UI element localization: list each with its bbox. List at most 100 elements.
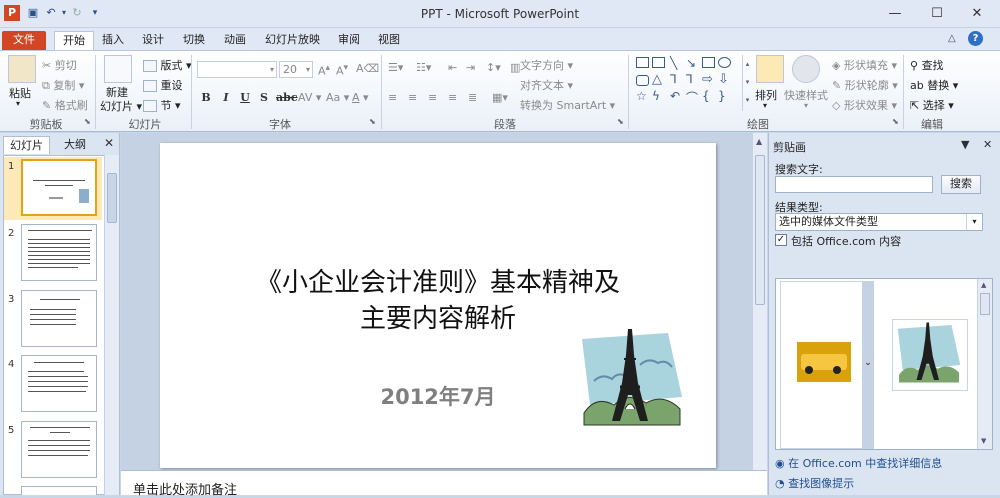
scrollbar-thumb[interactable] <box>755 155 765 305</box>
shapes-gallery[interactable]: ╲ ↘ △ ⅂ ⅂ ⇨ ⇩ ☆ ϟ ↶ ⌒ { } <box>634 55 748 111</box>
find-tips-link[interactable]: ◔ 查找图像提示 <box>775 475 854 491</box>
tab-view[interactable]: 视图 <box>370 31 408 50</box>
tab-file[interactable]: 文件 <box>2 31 46 50</box>
new-slide-icon[interactable] <box>104 55 132 83</box>
strikethrough-button[interactable]: abc <box>276 91 298 104</box>
close-button[interactable]: ✕ <box>962 4 992 24</box>
char-spacing-button[interactable]: AV ▾ <box>298 91 321 104</box>
line-shape-icon[interactable]: ╲ <box>670 56 677 70</box>
numbering-button[interactable]: ☷▾ <box>416 61 431 74</box>
textbox-v-shape-icon[interactable] <box>652 57 665 68</box>
shapes-scroll-icon[interactable]: ▴ ▾ ▾ <box>742 55 752 111</box>
tab-insert[interactable]: 插入 <box>94 31 132 50</box>
quick-styles-icon[interactable] <box>792 55 820 83</box>
replace-button[interactable]: ab 替换 ▾ <box>910 77 958 93</box>
bullets-button[interactable]: ☰▾ <box>388 61 403 74</box>
columns2-button[interactable]: ▦▾ <box>492 91 508 104</box>
scrollbar-thumb[interactable] <box>980 293 990 315</box>
font-name-combo[interactable]: ▾ <box>197 61 277 78</box>
tab-transitions[interactable]: 切换 <box>175 31 213 50</box>
rectangle-shape-icon[interactable] <box>702 57 715 68</box>
elbow2-shape-icon[interactable]: ⅂ <box>686 72 693 86</box>
results-scrollbar[interactable]: ▲ ▼ <box>977 279 992 449</box>
tab-slideshow[interactable]: 幻灯片放映 <box>257 31 328 50</box>
distribute-button[interactable]: ≣ <box>468 91 477 104</box>
brace-right-shape-icon[interactable]: } <box>718 89 726 103</box>
shape-outline-button[interactable]: ✎ 形状轮廓 ▾ <box>832 77 898 93</box>
close-pane-icon[interactable]: ✕ <box>983 138 992 151</box>
slide-thumbnail-1[interactable] <box>21 159 97 216</box>
underline-button[interactable]: U <box>238 91 252 104</box>
star-shape-icon[interactable]: ☆ <box>636 89 647 103</box>
scrollbar-thumb[interactable] <box>107 173 117 223</box>
tab-review[interactable]: 审阅 <box>330 31 368 50</box>
minimize-ribbon-icon[interactable]: △ <box>948 33 956 44</box>
cut-button[interactable]: ✂ 剪切 <box>42 57 77 73</box>
tab-outline-pane[interactable]: 大纲 <box>58 136 92 154</box>
grow-font-button[interactable]: A▴ <box>318 62 330 78</box>
slide-thumbnail-3[interactable] <box>21 290 97 347</box>
pane-options-icon[interactable]: ▼ <box>961 138 969 151</box>
scroll-down-icon[interactable]: ▼ <box>981 437 986 445</box>
line-spacing-button[interactable]: ↕▾ <box>486 61 501 74</box>
align-right-button[interactable]: ≡ <box>428 91 437 104</box>
bold-button[interactable]: B <box>199 91 213 104</box>
paste-icon[interactable] <box>8 55 36 83</box>
search-button[interactable]: 搜索 <box>941 175 981 194</box>
text-direction-button[interactable]: 文字方向 ▾ <box>520 57 573 73</box>
lightning-shape-icon[interactable]: ϟ <box>652 89 660 103</box>
maximize-button[interactable]: ☐ <box>922 4 952 24</box>
results-type-select[interactable]: 选中的媒体文件类型 ▾ <box>775 213 983 231</box>
clip-result-taxi[interactable] <box>780 281 868 449</box>
slide-thumbnail-6[interactable] <box>21 486 97 495</box>
font-launcher-icon[interactable]: ⬊ <box>369 117 376 126</box>
notes-pane[interactable]: 单击此处添加备注 <box>121 470 767 498</box>
tab-slides-pane[interactable]: 幻灯片 <box>3 136 50 154</box>
brace-left-shape-icon[interactable]: { <box>702 89 710 103</box>
slide-thumbnail-2[interactable] <box>21 224 97 281</box>
select-button[interactable]: ⇱ 选择 ▾ <box>910 97 954 113</box>
thumbnail-scrollbar[interactable] <box>104 155 119 495</box>
align-left-button[interactable]: ≡ <box>388 91 397 104</box>
scroll-up-icon[interactable]: ▲ <box>756 137 762 146</box>
clip-result-eiffel[interactable] <box>892 319 968 391</box>
convert-smartart-button[interactable]: 转换为 SmartArt ▾ <box>520 97 615 113</box>
down-arrow-shape-icon[interactable]: ⇩ <box>718 72 729 87</box>
arrange-dropdown-icon[interactable]: ▾ <box>763 101 767 110</box>
slide-scrollbar[interactable]: ▲ <box>752 133 767 470</box>
right-arrow-shape-icon[interactable]: ⇨ <box>702 72 713 87</box>
arrange-icon[interactable] <box>756 55 784 83</box>
elbow-shape-icon[interactable]: ⅂ <box>670 72 677 86</box>
columns-button[interactable]: ▥ <box>510 61 520 74</box>
clipboard-launcher-icon[interactable]: ⬊ <box>84 117 91 126</box>
align-center-button[interactable]: ≡ <box>408 91 417 104</box>
paragraph-launcher-icon[interactable]: ⬊ <box>617 117 624 126</box>
arrow-shape-icon[interactable]: ↘ <box>686 56 696 70</box>
slide-thumbnail-5[interactable] <box>21 421 97 478</box>
minimize-button[interactable]: — <box>880 4 910 24</box>
italic-button[interactable]: I <box>219 91 233 104</box>
include-office-checkbox[interactable]: ✓ <box>775 234 787 246</box>
quick-styles-dropdown-icon[interactable]: ▾ <box>804 101 808 110</box>
close-pane-icon[interactable]: ✕ <box>104 136 114 150</box>
shadow-button[interactable]: S <box>257 91 271 104</box>
rounded-rect-shape-icon[interactable] <box>636 75 649 86</box>
increase-indent-button[interactable]: ⇥ <box>466 61 475 74</box>
arc-shape-icon[interactable]: ⌒ <box>686 89 698 106</box>
reset-button[interactable]: 重设 <box>143 77 183 93</box>
layout-button[interactable]: 版式 ▾ <box>143 57 192 73</box>
slide-thumbnail-4[interactable] <box>21 355 97 412</box>
current-slide[interactable]: 《小企业会计准则》基本精神及 主要内容解析 2012年7月 <box>160 143 716 468</box>
triangle-shape-icon[interactable]: △ <box>652 72 662 87</box>
shrink-font-button[interactable]: A▾ <box>336 62 348 78</box>
drawing-launcher-icon[interactable]: ⬊ <box>892 117 899 126</box>
copy-button[interactable]: ⧉ 复制 ▾ <box>42 77 84 93</box>
clear-formatting-button[interactable]: A⌫ <box>356 62 379 75</box>
paste-dropdown-icon[interactable]: ▾ <box>16 99 20 108</box>
tab-design[interactable]: 设计 <box>134 31 172 50</box>
shape-effects-button[interactable]: ◇ 形状效果 ▾ <box>832 97 897 113</box>
help-icon[interactable]: ? <box>968 31 983 46</box>
textbox-shape-icon[interactable] <box>636 57 649 68</box>
office-com-link[interactable]: ◉ 在 Office.com 中查找详细信息 <box>775 455 942 471</box>
clip-search-input[interactable] <box>775 176 933 193</box>
